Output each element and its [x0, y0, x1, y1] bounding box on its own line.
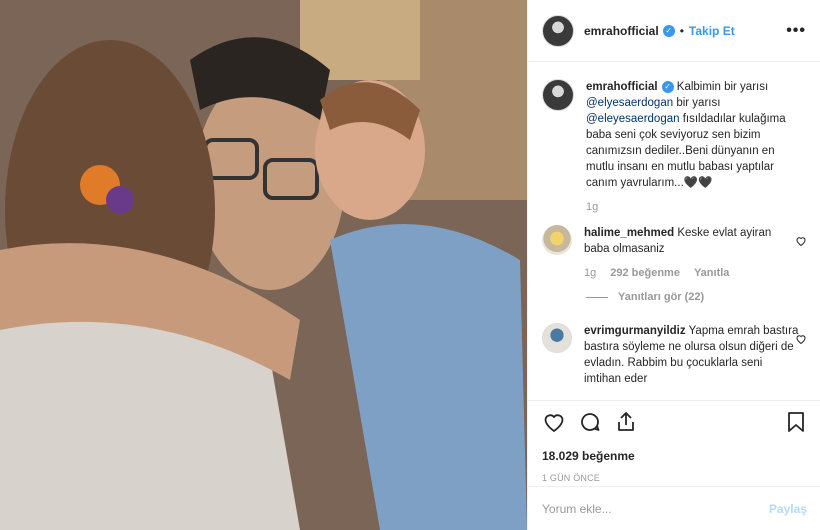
caption-text-1: Kalbimin bir yarısı [673, 81, 769, 93]
post-actions: 18.029 beğenme 1 GÜN ÖNCE [528, 400, 820, 483]
commenter-avatar[interactable] [542, 225, 572, 255]
caption-body: emrahofficial ✓ Kalbimin bir yarısı @elye… [586, 79, 801, 215]
author-avatar[interactable] [542, 14, 574, 47]
caption-avatar[interactable] [542, 79, 574, 111]
comments-list[interactable]: emrahofficial ✓ Kalbimin bir yarısı @elye… [528, 63, 820, 400]
mention-link[interactable]: @elyesaerdogan [586, 97, 673, 109]
post-side-panel: emrahofficial ✓ • Takip Et ••• emrahoffi… [527, 0, 820, 530]
mention-link[interactable]: @eleyesaerdogan [586, 113, 680, 125]
verified-badge-icon: ✓ [661, 80, 674, 93]
replies-line [586, 296, 608, 298]
comment-likes[interactable]: 292 beğenme [610, 265, 680, 281]
comment-username[interactable]: evrimgurmanyildiz [584, 325, 686, 337]
post-photo[interactable] [0, 0, 527, 530]
view-replies-label: Yanıtları gör (22) [618, 291, 705, 303]
view-replies-button[interactable]: Yanıtları gör (22) [586, 291, 807, 303]
action-icons [542, 411, 807, 435]
bookmark-icon[interactable] [785, 410, 807, 437]
share-icon[interactable] [614, 410, 638, 437]
caption-time[interactable]: 1g [586, 199, 598, 215]
author-username[interactable]: emrahofficial [584, 24, 659, 38]
comment-item: evrimgurmanyildiz Yapma emrah bastıra ba… [542, 323, 807, 387]
caption-text-2: bir yarısı [673, 97, 721, 109]
comment-meta: 1g 292 beğenme Yanıtla [584, 265, 799, 281]
post-comment-button[interactable]: Paylaş [769, 502, 807, 516]
comment-item: halime_mehmed Keske evlat ayiran baba ol… [542, 225, 807, 281]
comment-like-heart-icon[interactable] [795, 333, 807, 348]
commenter-avatar[interactable] [542, 323, 572, 353]
follow-button[interactable]: Takip Et [689, 24, 735, 38]
more-options-icon[interactable]: ••• [786, 22, 806, 40]
comment-username[interactable]: halime_mehmed [584, 227, 674, 239]
add-comment-bar: Paylaş [528, 486, 820, 530]
comment-body: evrimgurmanyildiz Yapma emrah bastıra ba… [584, 323, 799, 387]
caption-meta: 1g [586, 199, 801, 215]
comment-body: halime_mehmed Keske evlat ayiran baba ol… [584, 225, 799, 281]
post-header: emrahofficial ✓ • Takip Et ••• [528, 0, 820, 62]
verified-badge-icon: ✓ [662, 24, 675, 37]
post-date[interactable]: 1 GÜN ÖNCE [542, 473, 807, 483]
header-separator: • [679, 23, 684, 38]
heart-icon[interactable] [542, 410, 566, 437]
caption-username[interactable]: emrahofficial [586, 81, 658, 93]
comment-input[interactable] [542, 501, 769, 516]
likes-count[interactable]: 18.029 beğenme [542, 449, 807, 463]
comment-like-heart-icon[interactable] [795, 235, 807, 250]
comment-icon[interactable] [578, 410, 602, 437]
comment-time[interactable]: 1g [584, 265, 596, 281]
reply-button[interactable]: Yanıtla [694, 265, 729, 281]
caption: emrahofficial ✓ Kalbimin bir yarısı @elye… [542, 79, 807, 215]
photo-illustration [0, 0, 527, 530]
